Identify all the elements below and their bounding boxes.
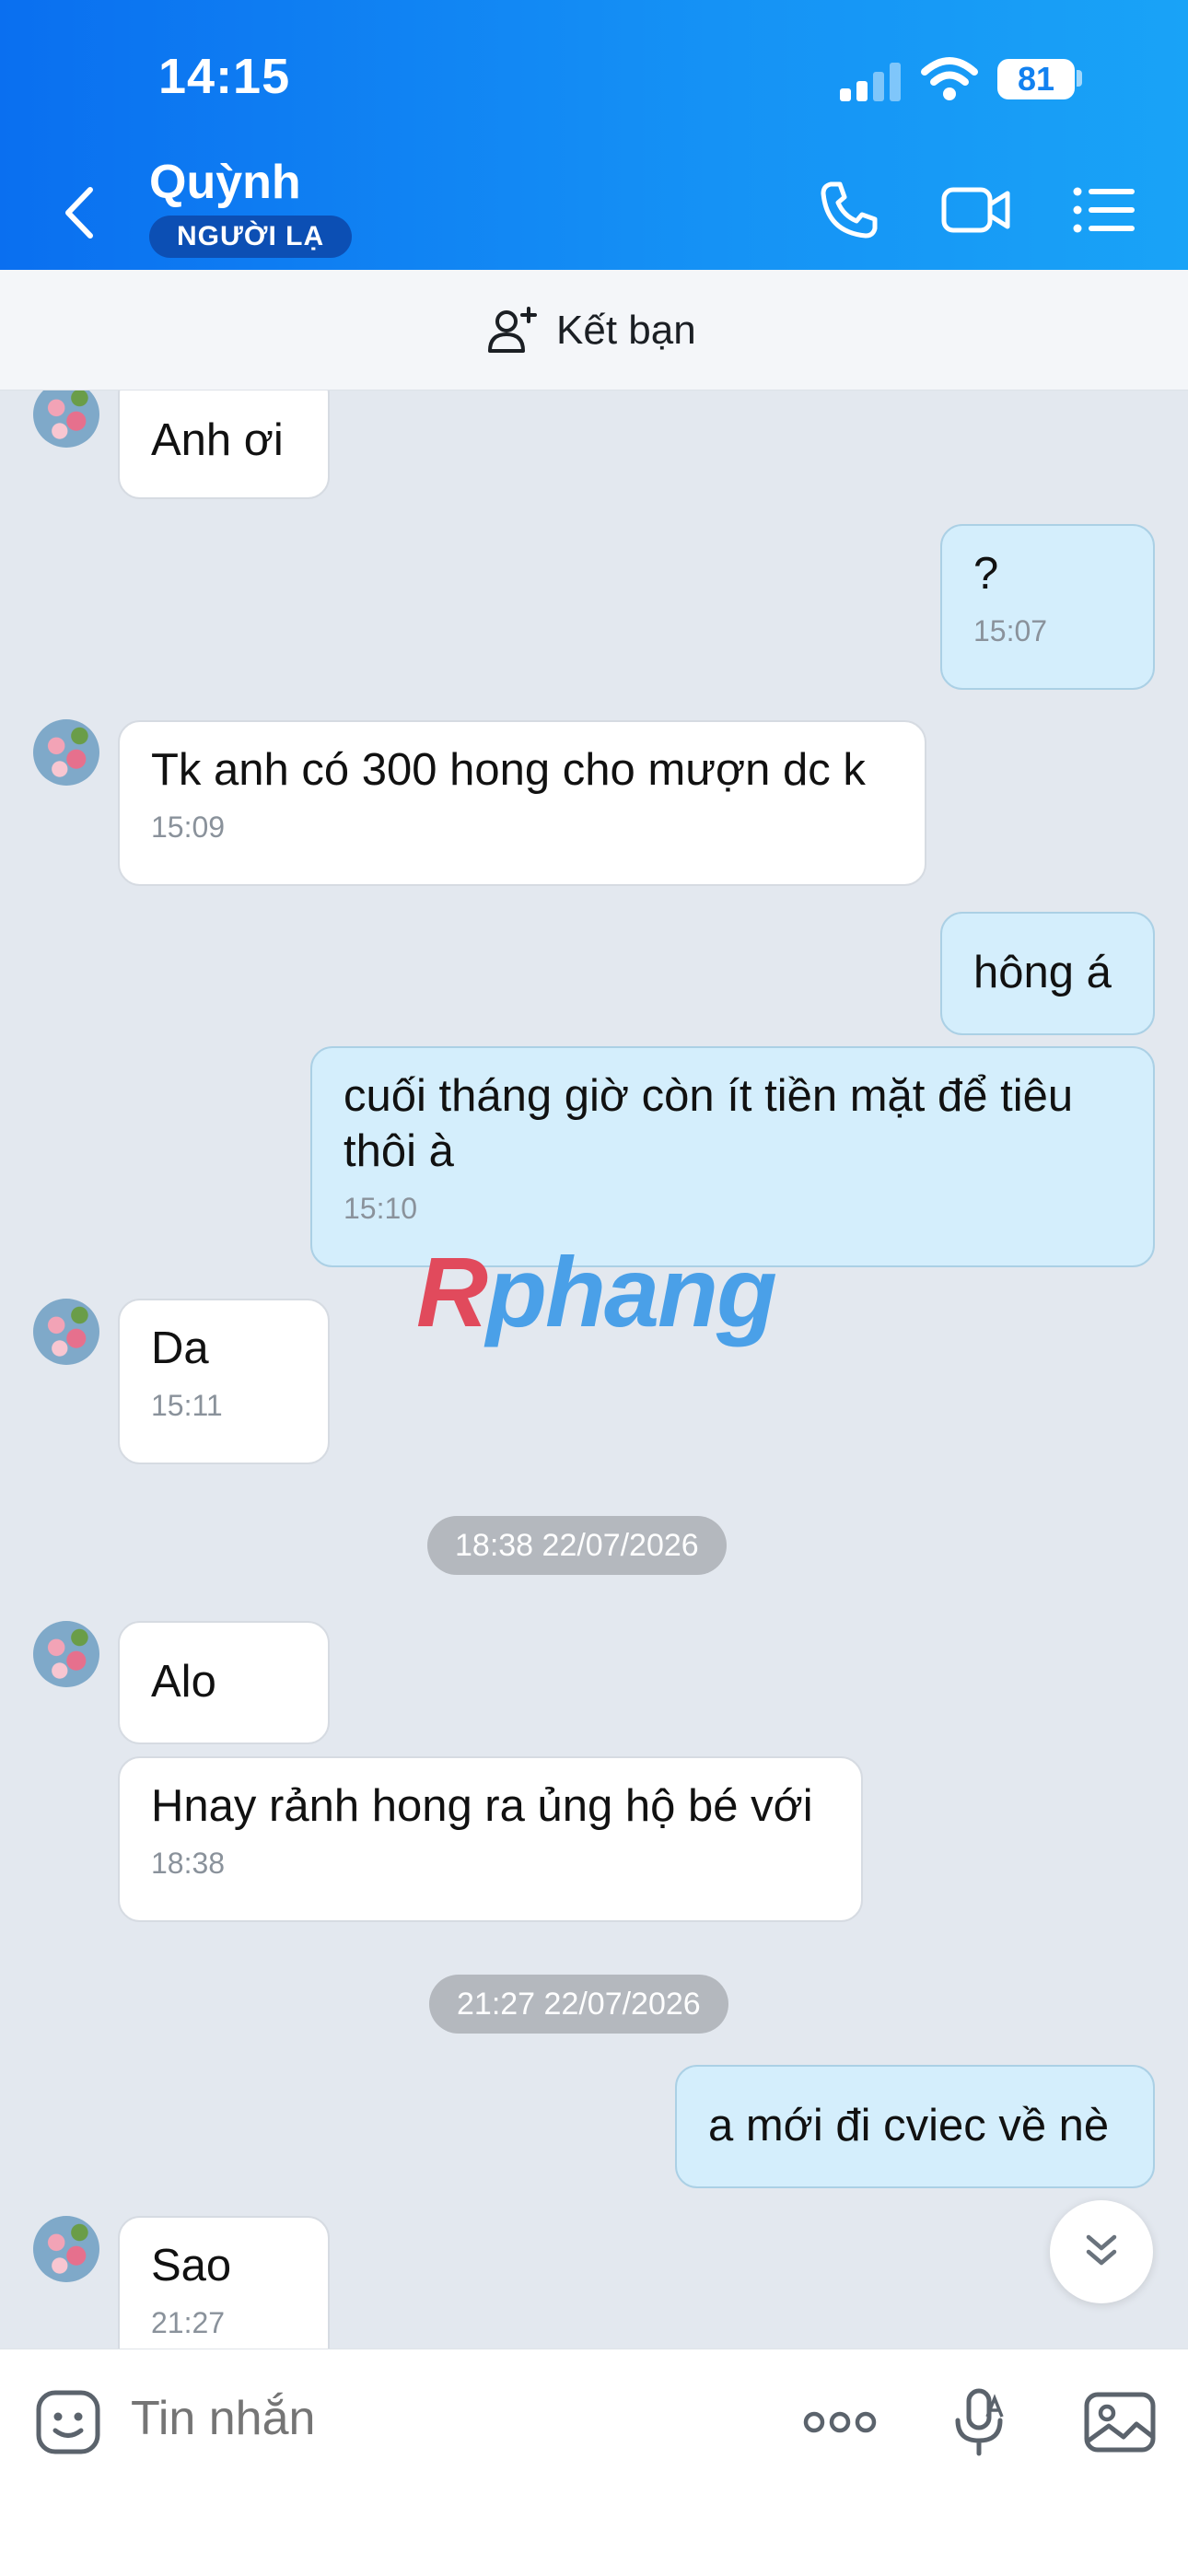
- message-text: cuối tháng giờ còn ít tiền mặt để tiêu t…: [344, 1071, 1086, 1176]
- contact-avatar[interactable]: [33, 1621, 99, 1687]
- message-time: 15:07: [973, 614, 1048, 647]
- message-bubble-in[interactable]: Tk anh có 300 hong cho mượn dc k 15:09: [118, 720, 926, 886]
- message-text: a mới đi cviec về nè: [708, 2101, 1110, 2151]
- image-icon[interactable]: [1081, 2385, 1159, 2459]
- message-bubble-out[interactable]: hông á: [940, 912, 1155, 1035]
- message-bubble-in[interactable]: Sao 21:27: [118, 2216, 330, 2349]
- cellular-signal-icon: [840, 61, 903, 101]
- date-separator: 21:27 22/07/2026: [429, 1975, 728, 2034]
- phone-icon[interactable]: [814, 175, 884, 245]
- contact-avatar[interactable]: [33, 2216, 99, 2282]
- message-bubble-out[interactable]: ? 15:07: [940, 524, 1155, 690]
- message-text: Sao: [151, 2241, 232, 2290]
- message-list[interactable]: Anh ơi ? 15:07 Tk anh có 300 hong cho mư…: [0, 390, 1188, 2349]
- add-friend-label: Kết bạn: [556, 308, 696, 353]
- battery-indicator: 81: [997, 59, 1075, 99]
- message-bubble-in[interactable]: Hnay rảnh hong ra ủng hộ bé với 18:38: [118, 1756, 863, 1922]
- chevrons-down-icon: [1086, 2234, 1117, 2266]
- message-time: 15:10: [344, 1192, 418, 1225]
- contact-avatar[interactable]: [33, 1299, 99, 1365]
- message-bubble-out[interactable]: a mới đi cviec về nè: [675, 2065, 1155, 2188]
- more-dots-icon[interactable]: [801, 2385, 879, 2459]
- message-text: Alo: [151, 1657, 216, 1707]
- menu-list-icon[interactable]: [1072, 175, 1136, 245]
- wifi-icon: [921, 57, 978, 100]
- message-text: ?: [973, 549, 999, 599]
- message-text: Tk anh có 300 hong cho mượn dc k: [151, 745, 866, 795]
- date-separator: 18:38 22/07/2026: [427, 1516, 727, 1575]
- message-bubble-in[interactable]: Anh ơi: [118, 390, 330, 499]
- status-time: 14:15: [158, 49, 291, 104]
- composer-bar: [0, 2349, 1188, 2576]
- message-time: 18:38: [151, 1847, 226, 1880]
- message-bubble-in[interactable]: Alo: [118, 1621, 330, 1744]
- contact-avatar[interactable]: [33, 390, 99, 448]
- message-input[interactable]: [131, 2391, 775, 2446]
- message-text: Anh ơi: [151, 415, 284, 465]
- watermark-logo: Rphang: [416, 1236, 777, 1347]
- stranger-badge: NGƯỜI LẠ: [149, 216, 353, 258]
- add-friend-icon: [488, 307, 537, 353]
- message-text: hông á: [973, 948, 1112, 997]
- voice-to-text-icon[interactable]: [943, 2385, 1017, 2459]
- message-time: 15:11: [151, 1389, 223, 1422]
- message-bubble-in[interactable]: Da 15:11: [118, 1299, 330, 1464]
- sticker-icon[interactable]: [31, 2385, 105, 2459]
- add-friend-bar[interactable]: Kết bạn: [0, 270, 1188, 390]
- message-time: 15:09: [151, 810, 226, 844]
- contact-name[interactable]: Quỳnh: [149, 155, 301, 210]
- battery-cap: [1077, 70, 1082, 87]
- back-icon[interactable]: [57, 181, 101, 245]
- message-text: Da: [151, 1323, 209, 1373]
- scroll-to-bottom-button[interactable]: [1050, 2200, 1153, 2303]
- message-text: Hnay rảnh hong ra ủng hộ bé với: [151, 1781, 813, 1831]
- video-call-icon[interactable]: [939, 175, 1013, 245]
- message-time: 21:27: [151, 2306, 226, 2339]
- chat-header: 14:15 81 Quỳnh NGƯỜI LẠ: [0, 0, 1188, 270]
- contact-avatar[interactable]: [33, 719, 99, 786]
